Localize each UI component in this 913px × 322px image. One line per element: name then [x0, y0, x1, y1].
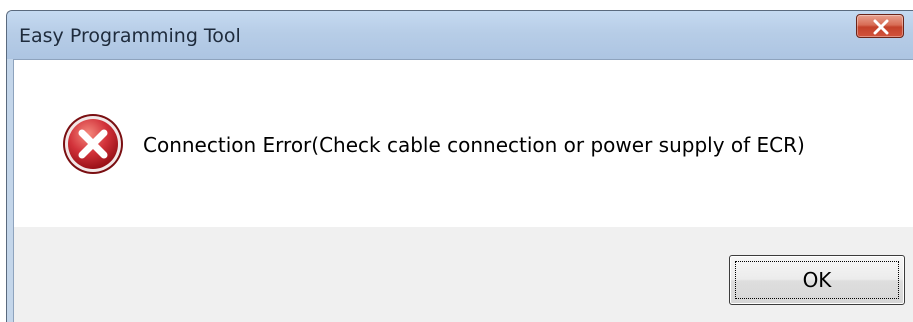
error-dialog-window: Easy Programming Tool Connection Error(C…	[6, 10, 913, 322]
ok-button[interactable]: OK	[729, 255, 905, 305]
close-button[interactable]	[856, 14, 904, 38]
close-icon	[873, 19, 889, 35]
title-bar[interactable]: Easy Programming Tool	[7, 11, 913, 59]
error-message: Connection Error(Check cable connection …	[143, 133, 805, 157]
message-area: Connection Error(Check cable connection …	[14, 60, 913, 227]
button-bar: OK	[14, 227, 913, 322]
error-icon	[63, 114, 123, 174]
window-title: Easy Programming Tool	[19, 25, 241, 47]
ok-button-label: OK	[802, 268, 832, 292]
dialog-client-area: Connection Error(Check cable connection …	[13, 59, 913, 322]
